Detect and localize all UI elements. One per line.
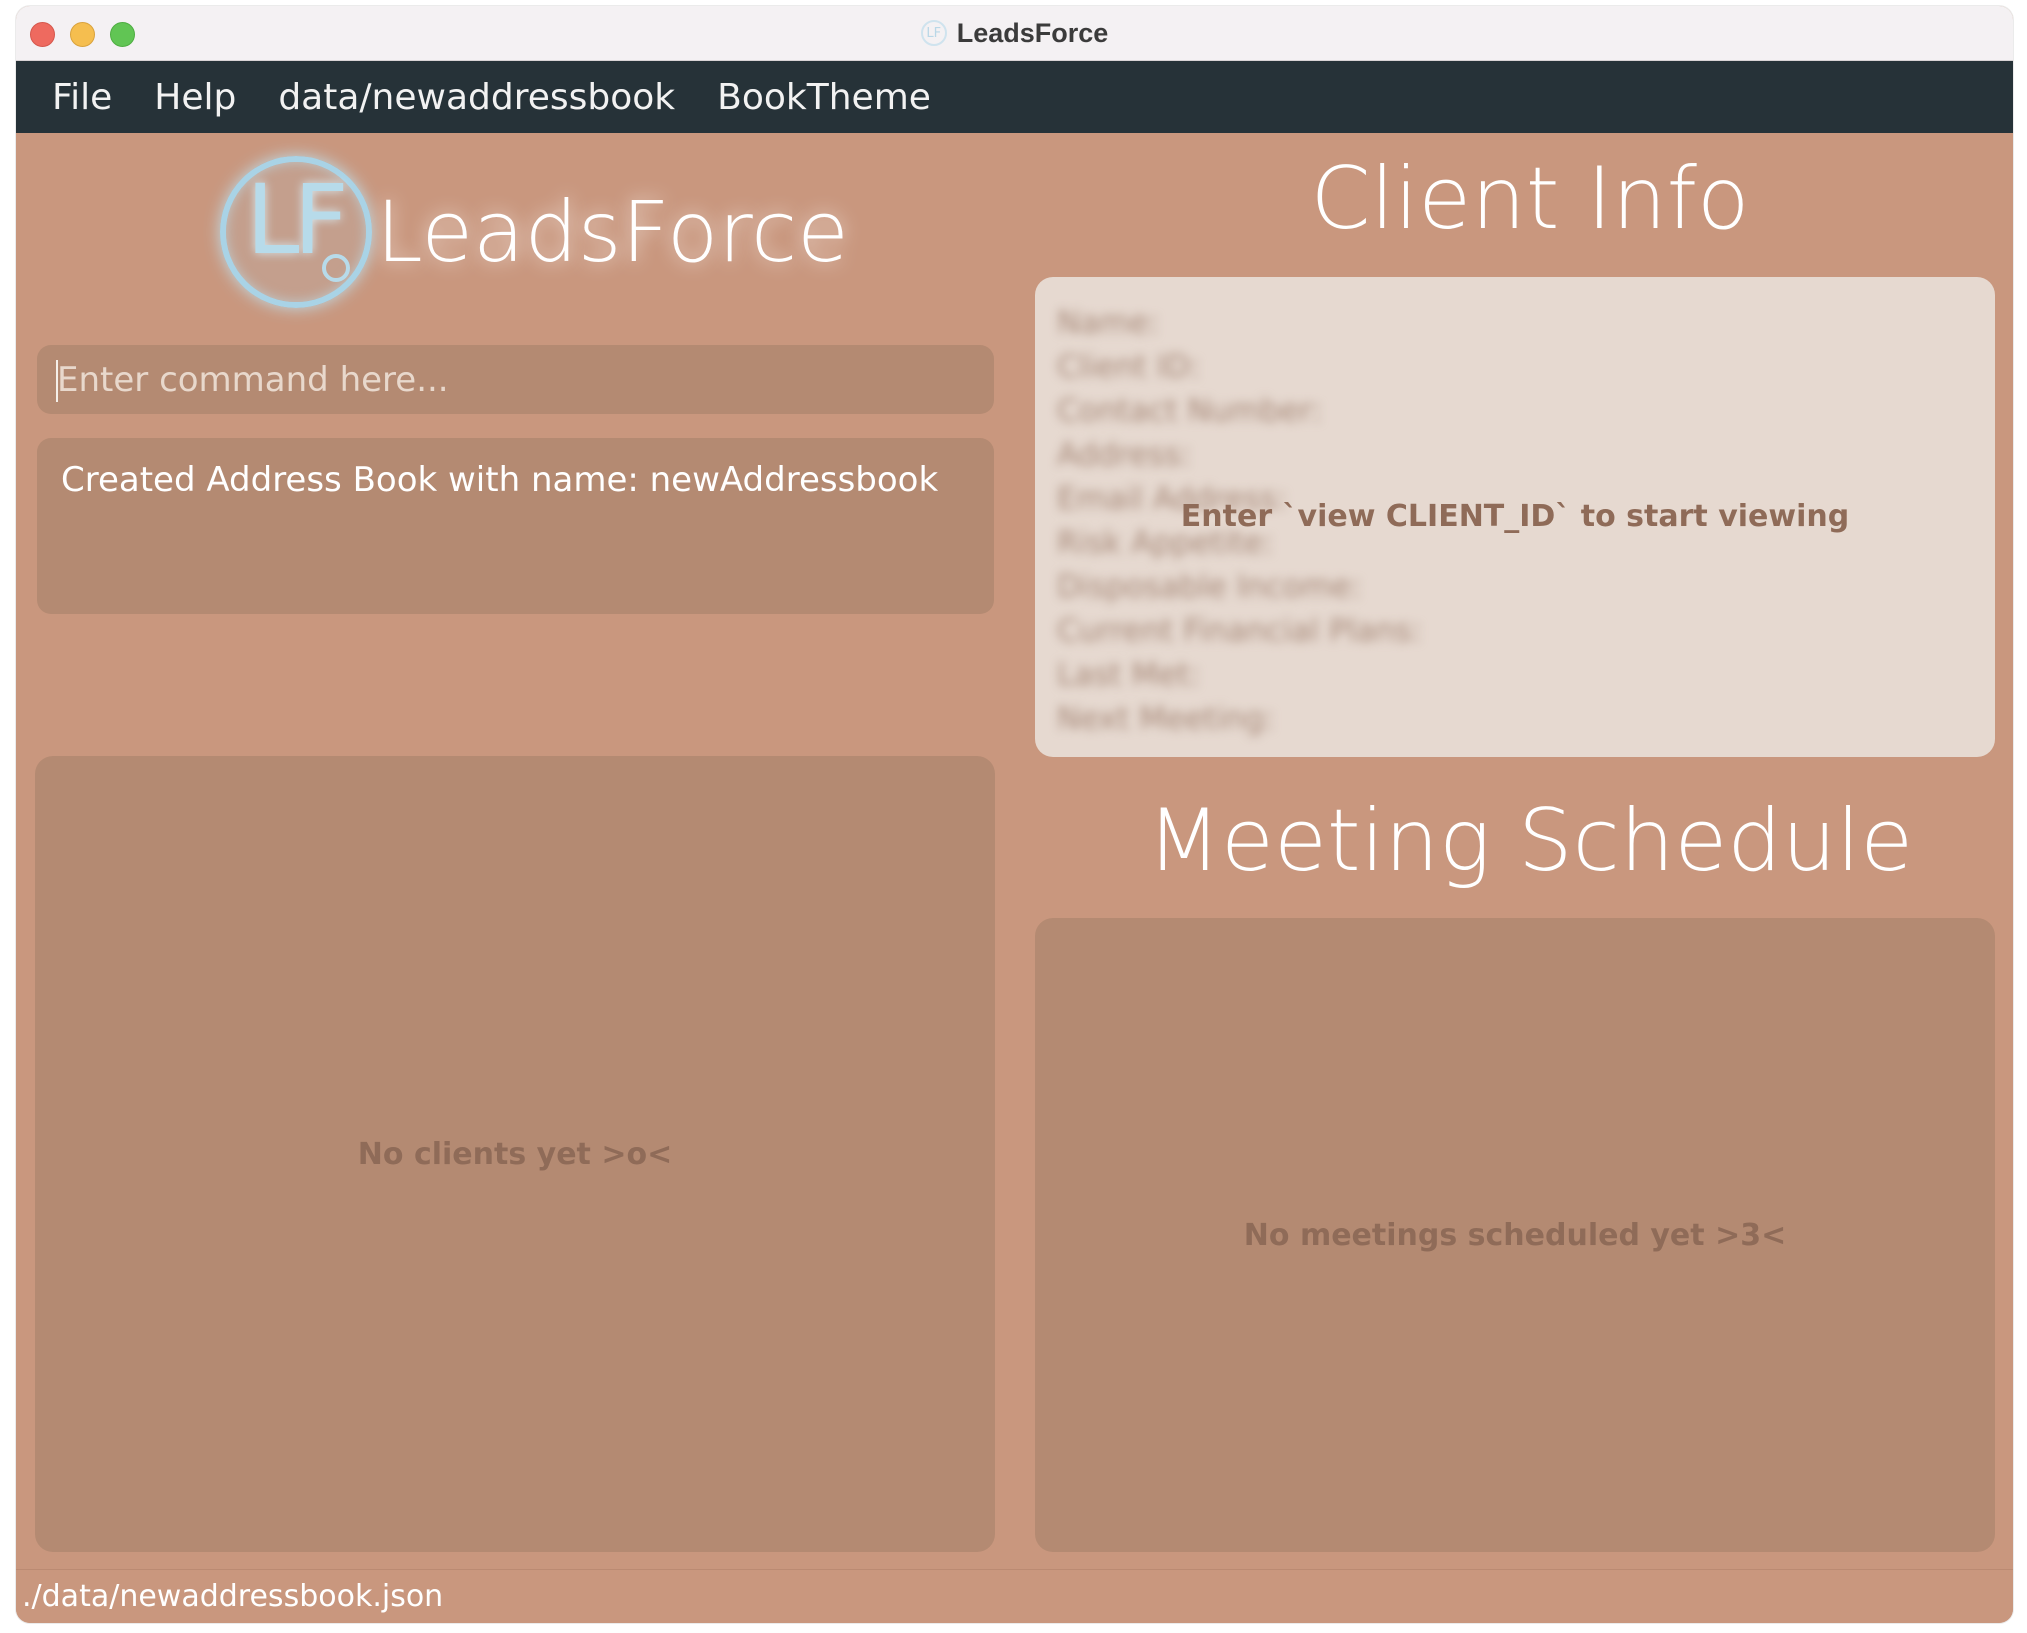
client-info-hint: Enter `view CLIENT_ID` to start viewing bbox=[1180, 499, 1850, 534]
client-info-title: Client Info bbox=[1310, 149, 1750, 249]
menu-file[interactable]: File bbox=[52, 77, 112, 118]
text-caret bbox=[56, 360, 58, 402]
command-input[interactable] bbox=[37, 345, 994, 414]
window-title-group: LF LeadsForce bbox=[16, 6, 2013, 60]
logo-letters: LF bbox=[246, 164, 349, 276]
field-client-id-label: Client ID: bbox=[1057, 349, 1201, 385]
leadsforce-logo-icon: LF bbox=[220, 156, 372, 308]
status-bar: ./data/newaddressbook.json bbox=[16, 1569, 2013, 1623]
data-file-path: ./data/newaddressbook.json bbox=[22, 1579, 444, 1614]
logo-circle-icon bbox=[322, 254, 350, 282]
app-window: LF LeadsForce File Help data/newaddressb… bbox=[16, 6, 2013, 1623]
client-list-empty-text: No clients yet >o< bbox=[357, 1136, 673, 1172]
title-bar: LF LeadsForce bbox=[16, 6, 2013, 61]
meeting-schedule-panel[interactable]: No meetings scheduled yet >3< bbox=[1035, 918, 1995, 1552]
menu-bar: File Help data/newaddressbook BookTheme bbox=[16, 61, 2013, 133]
field-disposable-income-label: Disposable Income: bbox=[1057, 569, 1362, 605]
menu-help[interactable]: Help bbox=[154, 77, 236, 118]
brand-name: LeadsForce bbox=[376, 183, 849, 281]
field-address-label: Address: bbox=[1057, 437, 1191, 473]
menu-address-book[interactable]: data/newaddressbook bbox=[278, 77, 675, 118]
client-info-panel: Name: Client ID: Contact Number: Address… bbox=[1035, 277, 1995, 757]
client-list-panel[interactable]: No clients yet >o< bbox=[35, 756, 995, 1552]
meetings-empty-text: No meetings scheduled yet >3< bbox=[1243, 1217, 1787, 1253]
field-next-meeting-label: Next Meeting: bbox=[1057, 701, 1275, 737]
meeting-schedule-title: Meeting Schedule bbox=[1146, 791, 1914, 891]
result-text: Created Address Book with name: newAddre… bbox=[61, 460, 939, 500]
field-financial-plans-label: Current Financial Plans: bbox=[1057, 613, 1422, 649]
window-title: LeadsForce bbox=[956, 17, 1109, 48]
field-last-met-label: Last Met: bbox=[1057, 657, 1200, 693]
app-logo-icon: LF bbox=[920, 20, 947, 46]
field-name-label: Name: bbox=[1057, 305, 1159, 341]
field-contact-number-label: Contact Number: bbox=[1057, 393, 1322, 429]
menu-book-theme[interactable]: BookTheme bbox=[717, 77, 931, 118]
result-display: Created Address Book with name: newAddre… bbox=[37, 438, 994, 614]
